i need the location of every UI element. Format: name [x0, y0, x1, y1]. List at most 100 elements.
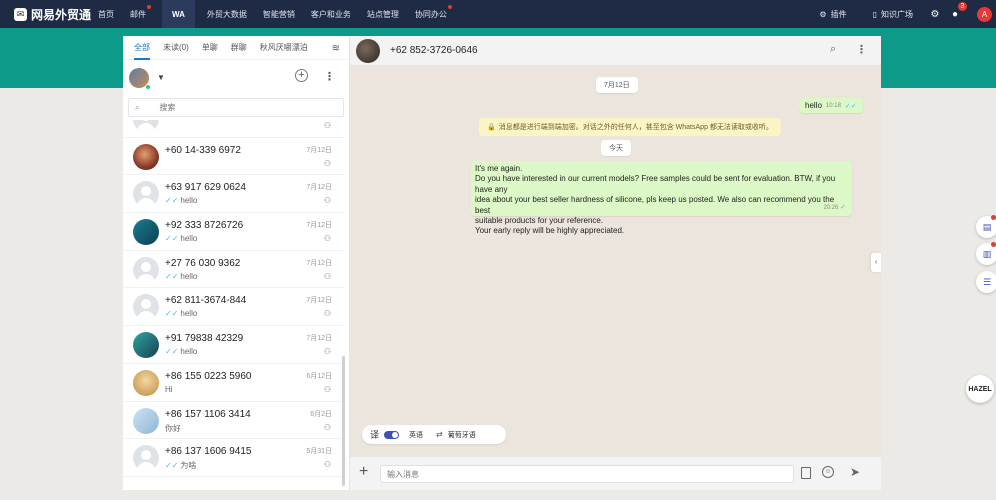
tab-1[interactable]: 未读(0)	[163, 36, 189, 60]
person-icon[interactable]: ⚇	[324, 423, 331, 432]
layers-icon[interactable]: ≋	[332, 43, 340, 54]
target-language[interactable]: 葡萄牙语	[448, 430, 476, 440]
nav-item-2[interactable]: WA	[162, 0, 195, 28]
top-navbar: ✉ 网易外贸通 首页 邮件 WA 外贸大数据 智能营销 客户和业务 站点管理 协同办公 ⚙ 插…	[0, 0, 996, 28]
template-icon[interactable]	[801, 467, 811, 479]
message-input[interactable]	[380, 465, 794, 483]
nav-menu: 首页 邮件 WA 外贸大数据 智能营销 客户和业务 站点管理 协同办公	[98, 0, 463, 28]
contact-avatar	[133, 181, 159, 208]
contact-name: +86 155 0223 5960	[165, 370, 252, 382]
more-icon[interactable]: ⋮	[856, 43, 867, 56]
tab-0[interactable]: 全部	[134, 36, 150, 60]
last-message-text: Hi	[165, 384, 173, 394]
contact-last-message: ✓✓ hello	[165, 234, 197, 243]
hazel-assistant-button[interactable]: HAZEL	[966, 375, 994, 403]
message-line: suitable products for your reference.	[475, 216, 604, 226]
collapse-panel-chevron-icon[interactable]: ‹	[871, 253, 881, 272]
chevron-down-icon[interactable]: ▼	[157, 73, 165, 82]
nav-item-1[interactable]: 邮件	[130, 0, 151, 28]
nav-item-7[interactable]: 协同办公	[414, 0, 452, 28]
nav-item-label: 协同办公	[414, 9, 447, 19]
contact-row[interactable]: +86 155 0223 5960 6月12日 Hi ⚇	[123, 364, 344, 402]
add-chat-icon[interactable]: +	[295, 69, 308, 82]
notification-dot	[447, 5, 452, 9]
plugin-link[interactable]: ⚙ 插件	[819, 9, 846, 20]
chat-filter-tabs: 全部 未读(0) 单聊 群聊 秋风厌嚼漂泊	[123, 36, 349, 60]
nav-item-label: WA	[172, 9, 185, 19]
search-icon[interactable]: ⌕	[830, 43, 836, 56]
person-icon[interactable]: ⚇	[324, 196, 331, 205]
contact-row[interactable]: +91 79838 42329 7月12日 ✓✓ hello ⚇	[123, 326, 344, 364]
nav-item-3[interactable]: 外贸大数据	[207, 0, 247, 28]
attach-plus-icon[interactable]: +	[359, 464, 368, 480]
list-icon[interactable]: ☰	[976, 271, 996, 293]
send-icon[interactable]: ➤	[850, 465, 860, 479]
contact-name: +60 14-339 6972	[165, 144, 241, 156]
person-icon[interactable]: ⚇	[324, 234, 331, 243]
contact-date: 7月12日	[306, 146, 332, 154]
person-icon[interactable]: ⚇	[324, 347, 331, 356]
contact-row[interactable]: +63 917 629 0624 7月12日 ✓✓ hello ⚇	[123, 175, 344, 214]
contact-name: +86 137 1606 9415	[165, 446, 252, 458]
contact-avatar	[133, 219, 159, 246]
message-bubble-outgoing[interactable]: hello 10:18 ✓✓	[799, 98, 863, 113]
contact-name: +63 917 629 0624	[165, 182, 246, 194]
contact-row[interactable]: +86 157 1106 3414 6月2日 你好 ⚇	[123, 402, 344, 440]
last-message-text: hello	[180, 196, 198, 206]
emoji-icon[interactable]: ☺	[822, 466, 834, 478]
contact-row[interactable]: +92 333 8726726 7月12日 ✓✓ hello ⚇	[123, 213, 344, 251]
last-message-text: hello	[180, 309, 198, 319]
contact-date: 6月12日	[306, 372, 332, 380]
notification-dot	[147, 5, 151, 9]
contact-row[interactable]: +86 137 1606 9415 5月31日 ✓✓ 为啥 ⚇	[123, 439, 344, 477]
tab-4[interactable]: 秋风厌嚼漂泊	[260, 36, 308, 60]
message-time: 10:18	[825, 102, 841, 109]
nav-item-4[interactable]: 智能营销	[263, 0, 295, 28]
contact-row[interactable]: +60 14-339 6972 7月12日 ⚇	[123, 138, 344, 176]
knowledge-square-link[interactable]: ▯ 知识广场	[873, 9, 913, 20]
message-composer: + ☺ ➤	[350, 456, 881, 490]
nav-right-tools: ⚙ 插件 ▯ 知识广场 ⚙ ● 3 A	[819, 0, 996, 28]
message-line: It's me again.	[475, 164, 523, 173]
swap-languages-icon[interactable]: ⇄	[436, 430, 443, 439]
user-avatar[interactable]: A	[977, 6, 992, 22]
contact-avatar	[133, 120, 159, 132]
contact-date: 7月12日	[306, 297, 332, 305]
brand-name: 网易外贸通	[31, 7, 92, 22]
person-icon[interactable]: ⚇	[324, 460, 331, 469]
tab-3[interactable]: 群聊	[231, 36, 247, 60]
nav-item-label: 智能营销	[262, 9, 295, 19]
translate-toggle[interactable]	[384, 430, 400, 439]
more-icon[interactable]: ⋮	[324, 70, 335, 83]
book-open-icon[interactable]: ▥	[976, 242, 996, 265]
nav-item-5[interactable]: 客户和业务	[311, 0, 351, 28]
source-language[interactable]: 英语	[409, 430, 423, 440]
person-icon[interactable]: ⚇	[324, 272, 331, 281]
search-input[interactable]	[159, 103, 310, 112]
nav-item-6[interactable]: 站点管理	[367, 0, 399, 28]
tab-2[interactable]: 单聊	[202, 36, 218, 60]
read-receipt-icon: ✓✓	[165, 309, 179, 319]
read-receipt-icon: ✓✓	[844, 102, 857, 110]
nav-item-0[interactable]: 首页	[98, 0, 114, 28]
clipboard-icon[interactable]: ▤	[976, 215, 996, 238]
message-icon[interactable]: ● 3	[947, 2, 967, 22]
encryption-notice: 🔒 消息都是进行端到端加密。对话之外的任何人，甚至包含 WhatsApp 都无法…	[479, 118, 781, 136]
person-icon[interactable]: ⚇	[324, 159, 331, 168]
message-bubble-outgoing[interactable]: It's me again. Do you have interested in …	[471, 161, 852, 235]
person-icon[interactable]: ⚇	[324, 385, 331, 394]
settings-icon[interactable]: ⚙	[927, 6, 943, 22]
online-status-dot	[145, 84, 151, 90]
contact-avatar[interactable]	[356, 39, 380, 63]
contact-last-message: 你好	[165, 423, 181, 434]
contact-last-message: ✓✓ 为啥	[165, 460, 196, 471]
contact-row[interactable]: +62 811-3674-844 7月12日 ✓✓ hello ⚇	[123, 288, 344, 327]
nav-item-label: 站点管理	[366, 9, 399, 19]
contact-list-scrollbar[interactable]	[342, 356, 345, 486]
brand-logo[interactable]: ✉ 网易外贸通	[14, 6, 98, 23]
chat-list-panel: 全部未读(0) 单聊群聊秋风厌嚼漂泊 ≋ ▼ + ⋮ ⌕ +91 95000 99…	[123, 36, 350, 490]
contact-row[interactable]: +27 76 030 9362 7月12日 ✓✓ hello ⚇	[123, 251, 344, 289]
person-icon[interactable]: ⚇	[324, 121, 331, 130]
person-icon[interactable]: ⚇	[324, 309, 331, 318]
contact-row[interactable]: +91 95000 990337月12日⚇	[123, 120, 344, 138]
